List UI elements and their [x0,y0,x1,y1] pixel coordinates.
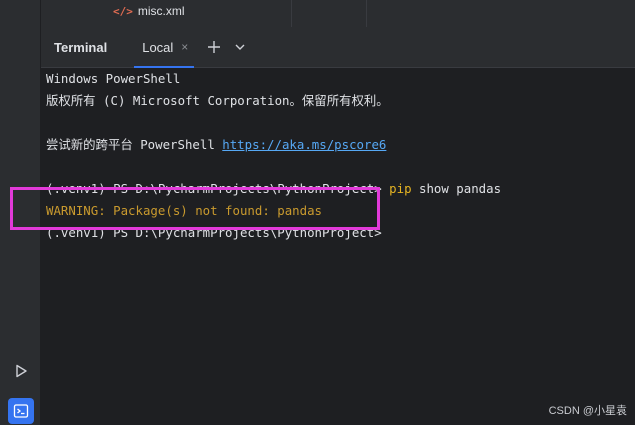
terminal-output[interactable]: Windows PowerShell 版权所有 (C) Microsoft Co… [41,68,635,425]
panel-divider [366,0,367,27]
tree-item-label: misc.xml [137,4,185,18]
command-name: pip [389,181,412,196]
terminal-line: Windows PowerShell [46,71,181,86]
project-tree-area: </> misc.xml [41,0,635,27]
terminal-line: 尝试新的跨平台 PowerShell https://aka.ms/pscore… [46,135,386,155]
tool-window-title: Terminal [54,39,108,55]
close-icon[interactable]: × [181,40,188,54]
xml-file-icon: </> [113,4,133,18]
run-icon[interactable] [8,358,34,384]
tree-item-misc-xml[interactable]: </> misc.xml [113,2,185,20]
panel-divider [291,0,292,27]
terminal-line: 版权所有 (C) Microsoft Corporation。保留所有权利。 [46,93,389,108]
tab-label: Local [142,39,174,55]
tab-local[interactable]: Local × [134,27,195,68]
annotation-highlight-box [10,187,380,230]
terminal-link[interactable]: https://aka.ms/pscore6 [222,137,386,152]
add-tab-button[interactable] [204,37,224,57]
terminal-header: Terminal Local × [41,27,635,68]
command-args: show pandas [411,181,502,196]
terminal-icon[interactable] [8,398,34,424]
plus-icon [208,41,221,53]
chevron-down-icon [235,44,245,50]
terminal-text: 尝试新的跨平台 PowerShell [46,137,223,152]
watermark: CSDN @小星袁 [548,405,627,417]
tab-options-button[interactable] [230,37,250,57]
